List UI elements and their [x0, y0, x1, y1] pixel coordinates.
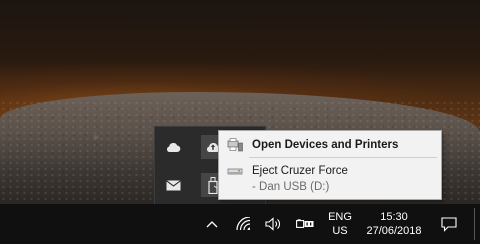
show-desktop-button[interactable] — [474, 208, 475, 240]
wifi-icon[interactable] — [233, 204, 255, 244]
menu-subitem-drive[interactable]: - Dan USB (D:) — [252, 181, 329, 193]
chevron-up-icon[interactable] — [202, 204, 222, 244]
menu-item-eject-cruzer-force[interactable]: Eject Cruzer Force — [219, 159, 441, 183]
menu-item-label: Open Devices and Printers — [252, 139, 399, 151]
usb-drive-icon — [227, 163, 243, 179]
menu-item-label: Eject Cruzer Force — [252, 165, 348, 177]
language-region: US — [332, 225, 348, 237]
taskbar: ENG US 15:30 27/06/2018 — [0, 204, 480, 244]
devices-printers-icon — [227, 137, 243, 153]
language-code: ENG — [328, 211, 352, 223]
notification-icon[interactable] — [438, 204, 460, 244]
usb-context-menu: Open Devices and Printers Eject Cruzer F… — [218, 130, 442, 200]
menu-separator — [249, 157, 437, 158]
mail-icon[interactable] — [161, 173, 185, 197]
battery-icon[interactable] — [294, 204, 316, 244]
clock-time: 15:30 — [380, 211, 408, 223]
menu-item-open-devices-and-printers[interactable]: Open Devices and Printers — [219, 133, 441, 157]
volume-icon[interactable] — [264, 204, 282, 244]
clock[interactable]: 15:30 27/06/2018 — [366, 204, 422, 244]
clock-date: 27/06/2018 — [366, 225, 422, 237]
cloud-icon[interactable] — [161, 135, 185, 159]
language-indicator[interactable]: ENG US — [322, 204, 358, 244]
